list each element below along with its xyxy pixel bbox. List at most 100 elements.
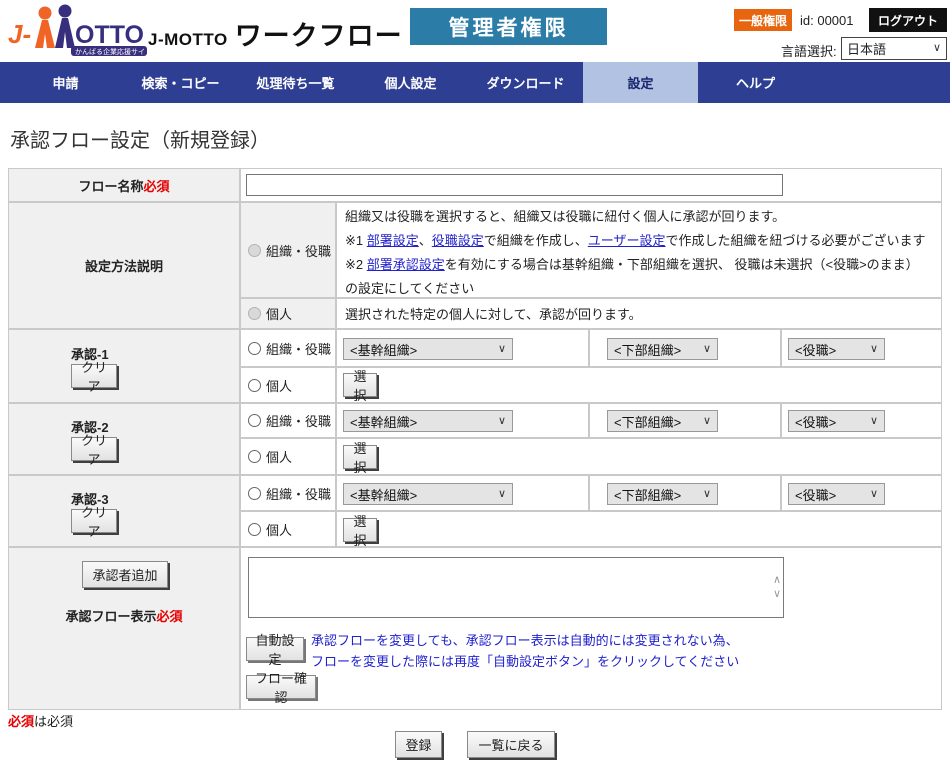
logo-person-navy-head [59, 5, 72, 18]
jmotto-logo: J- OTTO かんばる企業応援サイト [8, 3, 148, 59]
approval3-base-org-cell: <基幹組織>∨ [336, 475, 589, 511]
general-permission-button[interactable]: 一般権限 [734, 9, 792, 31]
add-approver-button[interactable]: 承認者追加 [82, 561, 168, 588]
approval1-label-cell: 承認-1 クリア [8, 329, 240, 403]
chevron-down-icon: ∨ [870, 344, 878, 355]
main-nav: 申請 検索・コピー 処理待ち一覧 個人設定 ダウンロード 設定 ヘルプ [0, 62, 950, 103]
auto-set-button[interactable]: 自動設定 [246, 637, 304, 661]
tab-download[interactable]: ダウンロード [468, 62, 583, 103]
logout-button[interactable]: ログアウト [869, 8, 947, 32]
chevron-down-icon: ∨ [703, 489, 711, 500]
method-org-radio [248, 244, 261, 257]
approval2-base-org-select[interactable]: <基幹組織>∨ [343, 410, 513, 432]
approval2-clear-button[interactable]: クリア [71, 437, 117, 461]
admin-permission-banner: 管理者権限 [410, 8, 607, 45]
logo-tagline-text: かんばる企業応援サイト [75, 47, 148, 56]
app-title-product: ワークフロー [235, 14, 403, 53]
flow-display-textarea[interactable]: ∧ ∨ [248, 557, 784, 618]
flow-confirm-button[interactable]: フロー確認 [246, 675, 316, 699]
approval3-sub-org-select[interactable]: <下部組織>∨ [607, 483, 718, 505]
tab-search-copy[interactable]: 検索・コピー [123, 62, 238, 103]
approval3-org-radio[interactable] [248, 487, 261, 500]
method-label-cell: 設定方法説明 [8, 202, 240, 329]
textarea-scrollbar[interactable]: ∧ ∨ [773, 558, 781, 617]
approval2-individual-radio[interactable] [248, 450, 261, 463]
approval2-label-cell: 承認-2 クリア [8, 403, 240, 475]
method-desc-line1: 組織又は役職を選択すると、組織又は役職に紐付く個人に承認が回ります。 [345, 205, 933, 229]
register-button[interactable]: 登録 [395, 731, 442, 758]
approval3-individual-label: 個人 [266, 520, 292, 539]
logo-j-text: J- [8, 19, 31, 49]
chevron-down-icon: ∨ [870, 416, 878, 427]
approval1-base-org-select[interactable]: <基幹組織>∨ [343, 338, 513, 360]
approval2-sub-org-select[interactable]: <下部組織>∨ [607, 410, 718, 432]
chevron-down-icon: ∨ [703, 344, 711, 355]
approval1-individual-radio[interactable] [248, 379, 261, 392]
dept-settings-link[interactable]: 部署設定 [367, 233, 419, 248]
approval3-individual-option-cell: 個人 [240, 511, 336, 547]
method-label: 設定方法説明 [85, 256, 163, 275]
tab-shinsei[interactable]: 申請 [8, 62, 123, 103]
role-settings-link[interactable]: 役職設定 [432, 233, 484, 248]
page-title: 承認フロー設定（新規登録） [10, 124, 270, 153]
chevron-down-icon: ∨ [498, 489, 506, 500]
approval2-individual-select-cell: 選択 [336, 438, 942, 475]
approval1-org-label: 組織・役職 [266, 339, 331, 358]
user-settings-link[interactable]: ユーザー設定 [588, 233, 666, 248]
method-desc-line2: ※1 部署設定、役職設定で組織を作成し、ユーザー設定で作成した組織を紐づける必要… [345, 229, 933, 253]
chevron-down-icon: ∨ [498, 344, 506, 355]
back-to-list-button[interactable]: 一覧に戻る [467, 731, 555, 758]
approval2-role-select[interactable]: <役職>∨ [788, 410, 885, 432]
method-individual-label: 個人 [266, 304, 292, 323]
method-individual-desc-cell: 選択された特定の個人に対して、承認が回ります。 [336, 298, 942, 329]
approval1-select-person-button[interactable]: 選択 [343, 373, 377, 397]
approval2-select-person-button[interactable]: 選択 [343, 445, 377, 469]
approval1-sub-org-select[interactable]: <下部組織>∨ [607, 338, 718, 360]
app-title: J-MOTTO ワークフロー [148, 14, 403, 53]
user-id-text: id: 00001 [800, 13, 854, 28]
method-org-desc-cell: 組織又は役職を選択すると、組織又は役職に紐付く個人に承認が回ります。 ※1 部署… [336, 202, 942, 298]
flow-name-input[interactable] [246, 174, 783, 196]
approval1-individual-select-cell: 選択 [336, 367, 942, 403]
flow-display-label: 承認フロー表示 [65, 609, 156, 624]
tab-settings[interactable]: 設定 [583, 62, 698, 103]
approval2-org-option-cell: 組織・役職 [240, 403, 336, 438]
approval1-sub-org-cell: <下部組織>∨ [589, 329, 781, 367]
chevron-down-icon: ∨ [498, 416, 506, 427]
dept-approval-settings-link[interactable]: 部署承認設定 [367, 257, 445, 272]
approval1-clear-button[interactable]: クリア [71, 364, 117, 388]
approval2-base-org-cell: <基幹組織>∨ [336, 403, 589, 438]
scroll-up-icon[interactable]: ∧ [773, 575, 781, 586]
tab-pending-list[interactable]: 処理待ち一覧 [238, 62, 353, 103]
tab-help[interactable]: ヘルプ [698, 62, 813, 103]
approval3-select-person-button[interactable]: 選択 [343, 518, 377, 542]
approval2-individual-label: 個人 [266, 447, 292, 466]
flow-name-label: フロー名称 [78, 176, 143, 195]
approval3-individual-radio[interactable] [248, 523, 261, 536]
approval3-clear-button[interactable]: クリア [71, 509, 117, 533]
approval1-role-select[interactable]: <役職>∨ [788, 338, 885, 360]
required-legend-mark: 必須 [8, 714, 34, 729]
language-select-label: 言語選択: [781, 41, 837, 60]
scroll-down-icon[interactable]: ∨ [773, 589, 781, 600]
approval1-individual-option-cell: 個人 [240, 367, 336, 403]
tab-personal[interactable]: 個人設定 [353, 62, 468, 103]
approval3-base-org-select[interactable]: <基幹組織>∨ [343, 483, 513, 505]
method-org-label: 組織・役職 [266, 241, 331, 260]
logo-otto-text: OTTO [75, 21, 144, 49]
approval3-sub-org-cell: <下部組織>∨ [589, 475, 781, 511]
language-select[interactable]: 日本語 ∨ [841, 37, 947, 60]
header: J- OTTO かんばる企業応援サイト J-MOTTO ワークフロー 管理者権限… [0, 0, 950, 62]
approval1-role-cell: <役職>∨ [781, 329, 942, 367]
required-legend: 必須は必須 [8, 711, 73, 730]
logo-person-navy-body [55, 18, 75, 48]
approval3-role-cell: <役職>∨ [781, 475, 942, 511]
approval2-org-radio[interactable] [248, 414, 261, 427]
approval1-org-radio[interactable] [248, 342, 261, 355]
approval3-individual-select-cell: 選択 [336, 511, 942, 547]
approval3-role-select[interactable]: <役職>∨ [788, 483, 885, 505]
logo-person-orange-body [35, 20, 55, 48]
approval2-org-label: 組織・役職 [266, 411, 331, 430]
chevron-down-icon: ∨ [933, 43, 941, 54]
workflow-settings-screen: J- OTTO かんばる企業応援サイト J-MOTTO ワークフロー 管理者権限… [0, 0, 950, 774]
